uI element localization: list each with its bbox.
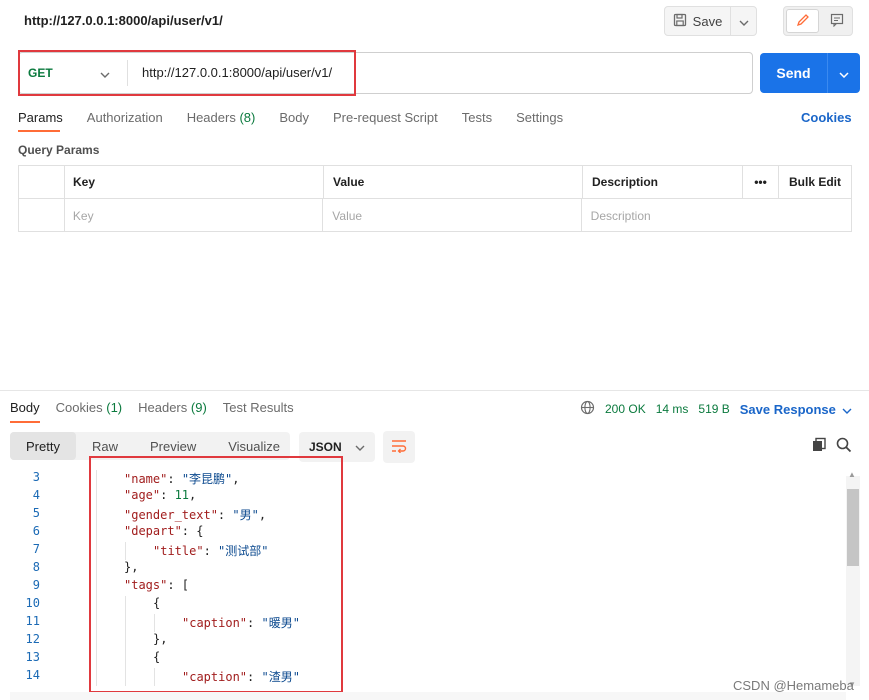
response-meta: 200 OK 14 ms 519 B Save Response: [580, 400, 852, 418]
tab-label: Cookies: [55, 400, 103, 415]
line-number: 3: [32, 470, 40, 484]
mode-toggle[interactable]: [783, 6, 853, 36]
watermark: CSDN @Hemameba: [733, 678, 854, 693]
copy-icon[interactable]: [811, 437, 827, 456]
response-tab-test-results[interactable]: Test Results: [223, 400, 294, 415]
tab-count: (1): [106, 400, 123, 415]
tab-headers[interactable]: Headers (8): [187, 110, 256, 125]
status-code[interactable]: 200 OK: [605, 402, 646, 416]
tab-params[interactable]: Params: [18, 110, 63, 125]
comment-icon: [830, 13, 844, 30]
line-number: 5: [32, 506, 40, 520]
wrap-lines-button[interactable]: [383, 431, 415, 463]
column-header-description: Description: [583, 166, 743, 198]
format-pretty[interactable]: Pretty: [10, 432, 76, 460]
response-size[interactable]: 519 B: [698, 402, 729, 416]
tab-label: Params: [18, 110, 63, 125]
send-options-button[interactable]: [828, 53, 860, 93]
search-icon[interactable]: [836, 437, 852, 456]
line-number: 10: [25, 596, 40, 610]
save-response-button[interactable]: Save Response: [740, 402, 852, 417]
line-number: 4: [32, 488, 40, 502]
comments-button[interactable]: [821, 7, 852, 35]
tab-authorization[interactable]: Authorization: [87, 110, 163, 125]
checkbox-column-header: [19, 166, 65, 198]
column-header-key: Key: [65, 166, 324, 198]
edit-mode-button[interactable]: [786, 9, 819, 33]
tab-pre-request-script[interactable]: Pre-request Script: [333, 110, 438, 125]
line-number: 7: [32, 542, 40, 556]
tab-label: Settings: [516, 110, 564, 125]
response-tab-headers[interactable]: Headers (9): [138, 400, 207, 415]
value-input[interactable]: Value: [323, 199, 582, 232]
response-divider[interactable]: [0, 390, 869, 391]
active-response-tab-indicator: [10, 421, 40, 423]
chevron-down-icon: [355, 440, 365, 454]
tab-body[interactable]: Body: [279, 110, 309, 125]
key-input[interactable]: Key: [65, 199, 324, 232]
line-number: 6: [32, 524, 40, 538]
request-tabs: Params Authorization Headers (8) Body Pr…: [18, 110, 563, 125]
response-tab-body[interactable]: Body: [10, 400, 40, 415]
bulk-edit-button[interactable]: Bulk Edit: [779, 166, 851, 198]
line-number: 8: [32, 560, 40, 574]
tab-settings[interactable]: Settings: [516, 110, 563, 125]
description-input[interactable]: Description: [582, 199, 851, 232]
tab-label: Pre-request Script: [332, 110, 438, 125]
more-options-button[interactable]: •••: [743, 166, 779, 198]
save-icon: [673, 13, 687, 30]
line-number: 11: [25, 614, 40, 628]
column-header-value: Value: [324, 166, 583, 198]
chevron-down-icon: [739, 14, 749, 29]
tab-label: Headers: [186, 110, 236, 125]
tab-label: Body: [279, 110, 309, 125]
line-number: 13: [25, 650, 40, 664]
tab-label: Authorization: [86, 110, 163, 125]
highlight-box-url: [18, 50, 356, 96]
response-time[interactable]: 14 ms: [656, 402, 689, 416]
table-header-row: Key Value Description ••• Bulk Edit: [19, 166, 851, 199]
tab-label: Tests: [461, 110, 493, 125]
scroll-up-arrow-icon[interactable]: ▲: [848, 470, 856, 479]
globe-icon[interactable]: [580, 400, 595, 418]
chevron-down-icon: [839, 66, 849, 81]
send-button-group[interactable]: Send: [760, 53, 860, 93]
query-params-table: Key Value Description ••• Bulk Edit Key …: [18, 165, 852, 232]
save-label: Save: [692, 13, 723, 29]
line-number: 14: [25, 668, 40, 682]
tab-label: Test Results: [222, 400, 294, 415]
horizontal-scrollbar[interactable]: [10, 692, 846, 700]
response-tab-cookies[interactable]: Cookies (1): [56, 400, 122, 415]
save-options-button[interactable]: [731, 7, 756, 35]
active-tab-indicator: [18, 130, 60, 132]
table-row: Key Value Description: [19, 199, 851, 232]
tab-count: (9): [190, 400, 207, 415]
query-params-label: Query Params: [18, 143, 100, 157]
language-label: JSON: [309, 440, 342, 454]
row-checkbox-cell: [19, 199, 65, 232]
line-number: 9: [32, 578, 40, 592]
request-title: http://127.0.0.1:8000/api/user/v1/: [24, 13, 223, 28]
chevron-down-icon: [842, 402, 852, 417]
tab-tests[interactable]: Tests: [462, 110, 492, 125]
save-button-group[interactable]: Save: [664, 6, 757, 36]
save-button[interactable]: Save: [665, 7, 731, 35]
save-response-label: Save Response: [739, 401, 836, 417]
tab-label: Headers: [138, 400, 188, 415]
scrollbar-thumb[interactable]: [847, 489, 859, 566]
cookies-link[interactable]: Cookies: [801, 110, 852, 125]
highlight-box-response: [89, 456, 343, 693]
line-number: 12: [25, 632, 40, 646]
pencil-icon: [796, 13, 810, 30]
tab-count: (8): [239, 110, 256, 125]
send-button[interactable]: Send: [760, 53, 828, 93]
response-tabs: Body Cookies (1) Headers (9) Test Result…: [10, 400, 294, 415]
tab-label: Body: [10, 400, 40, 415]
wrap-lines-icon: [391, 439, 407, 456]
